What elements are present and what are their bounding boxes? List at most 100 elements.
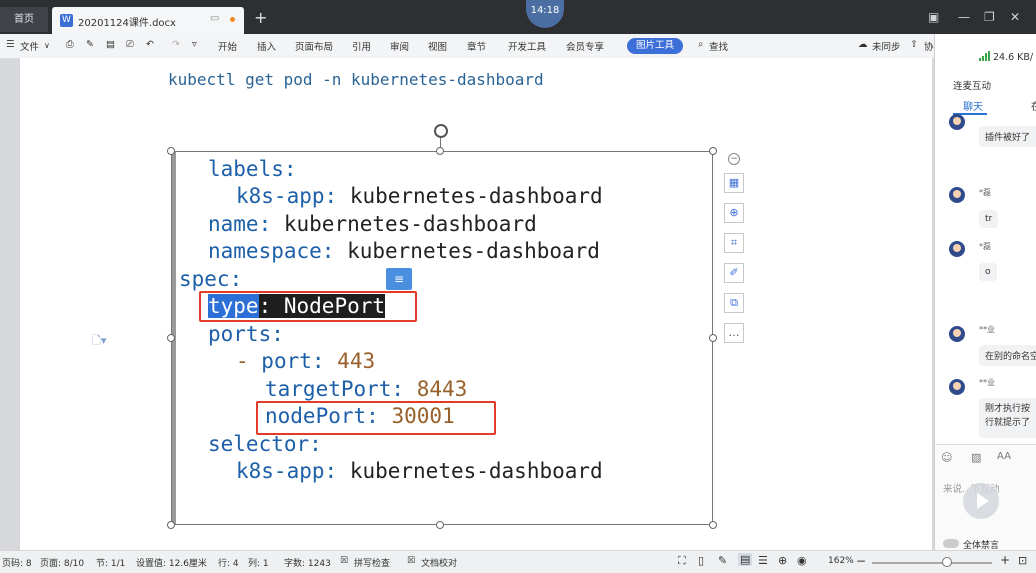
status-words[interactable]: 字数: 1243 xyxy=(284,556,331,569)
play-icon[interactable] xyxy=(963,483,999,519)
zoom-in-icon[interactable]: + xyxy=(1000,553,1010,567)
resize-handle-ne[interactable] xyxy=(709,147,717,155)
menu-view[interactable]: 视图 xyxy=(428,39,447,53)
resize-handle-e[interactable] xyxy=(709,334,717,342)
zoom-slider[interactable] xyxy=(872,562,992,564)
image-tools-tab[interactable]: 图片工具 xyxy=(627,38,683,54)
chat-panel: 24.6 KB/ 连麦互动 聊天 在 插件被好了 *磊 tr *磊 o **业 … xyxy=(934,34,1036,551)
redo-icon[interactable]: ↷ xyxy=(172,39,180,50)
fit-page-icon[interactable]: ⊡ xyxy=(1018,554,1027,567)
status-col[interactable]: 列: 1 xyxy=(248,556,269,569)
spellcheck-button[interactable]: 拼写检查 xyxy=(354,556,390,569)
highlight-box-type xyxy=(199,291,417,322)
cloud-icon[interactable]: ☁ xyxy=(858,39,868,50)
layout-options-icon[interactable]: ▦ xyxy=(724,173,744,193)
status-row[interactable]: 行: 4 xyxy=(218,556,239,569)
menu-layout[interactable]: 页面布局 xyxy=(295,39,333,53)
status-pages[interactable]: 页面: 8/10 xyxy=(40,556,84,569)
page-view-icon[interactable]: ▤ xyxy=(738,553,753,566)
minimize-icon[interactable]: — xyxy=(958,10,970,24)
code-screenshot-image[interactable]: labels: k8s-app: kubernetes-dashboard na… xyxy=(171,151,713,525)
resize-handle-sw[interactable] xyxy=(167,521,175,529)
menu-chapter[interactable]: 章节 xyxy=(467,39,486,53)
layout-icon[interactable]: ▣ xyxy=(928,10,939,24)
proof-icon[interactable]: ☒ xyxy=(407,556,415,566)
image-side-tools: ▦ ⊕ ⌗ ✐ ⧉ … xyxy=(724,173,746,353)
tab-chat[interactable]: 聊天 xyxy=(963,98,983,113)
code-line-selector: selector: xyxy=(208,432,322,456)
undo-icon[interactable]: ↶ xyxy=(146,39,154,50)
sync-status[interactable]: 未同步 xyxy=(872,39,901,53)
proof-button[interactable]: 文档校对 xyxy=(421,556,457,569)
tab-other[interactable]: 在 xyxy=(1031,98,1036,113)
fullscreen-icon[interactable]: ⛶ xyxy=(678,554,686,568)
replace-image-icon[interactable]: ⧉ xyxy=(724,293,744,313)
search-button[interactable]: 查找 xyxy=(709,39,728,53)
paragraph-icon[interactable]: 🗋▾ xyxy=(92,332,106,351)
status-setting[interactable]: 设置值: 12.6厘米 xyxy=(136,556,207,569)
chat-username: **业 xyxy=(979,325,995,334)
resize-handle-n[interactable] xyxy=(436,147,444,155)
chat-username: **业 xyxy=(979,378,995,387)
resize-handle-nw[interactable] xyxy=(167,147,175,155)
menu-icon[interactable]: ☰ xyxy=(6,39,15,50)
font-size-icon[interactable]: AA xyxy=(997,451,1011,462)
resize-handle-s[interactable] xyxy=(436,521,444,529)
collapse-icon[interactable]: − xyxy=(728,153,740,165)
resize-handle-w[interactable] xyxy=(167,334,175,342)
print-icon[interactable]: ▤ xyxy=(106,39,115,50)
more-options-icon[interactable]: … xyxy=(724,323,744,343)
share-icon[interactable]: ⇧ xyxy=(910,39,918,50)
zoom-level[interactable]: 162% xyxy=(828,556,854,566)
window-icon[interactable]: ▭ xyxy=(210,13,219,24)
code-line-namespace: namespace: kubernetes-dashboard xyxy=(208,239,600,263)
document-tab-title: 20201124课件.docx xyxy=(78,18,176,29)
note-icon[interactable]: ≡ xyxy=(386,268,412,290)
collab-label[interactable]: 协 xyxy=(924,39,934,53)
file-menu[interactable]: 文件 xyxy=(20,39,39,53)
edit-image-icon[interactable]: ✐ xyxy=(724,263,744,283)
preview-icon[interactable]: ⎚ xyxy=(126,39,134,50)
title-bar: 首页 W 20201124课件.docx ▭ + 14:18 ▣ — ❐ ✕ xyxy=(0,0,1036,34)
edit-mode-icon[interactable]: ✎ xyxy=(718,554,727,567)
spellcheck-icon[interactable]: ☒ xyxy=(340,556,348,566)
toolbar: ☰ 文件 ∨ ⎙ ✎ ▤ ⎚ ↶ ↷ ▿ 开始 插入 页面布局 引用 审阅 视图… xyxy=(0,34,934,59)
emoji-icon[interactable]: ☺ xyxy=(941,451,952,464)
link-mic-button[interactable]: 连麦互动 xyxy=(953,78,991,92)
menu-start[interactable]: 开始 xyxy=(218,39,237,53)
rotate-handle-icon[interactable] xyxy=(434,124,448,138)
new-tab-button[interactable]: + xyxy=(254,8,267,27)
mute-toggle[interactable] xyxy=(943,539,959,548)
code-line-port: - port: 443 xyxy=(236,349,376,373)
menu-review[interactable]: 审阅 xyxy=(390,39,409,53)
zoom-slider-knob[interactable] xyxy=(942,557,952,567)
tab-home[interactable]: 首页 xyxy=(0,7,48,32)
restore-icon[interactable]: ❐ xyxy=(984,10,995,24)
web-view-icon[interactable]: ⊕ xyxy=(778,554,787,567)
status-bar: 页码: 8 页面: 8/10 节: 1/1 设置值: 12.6厘米 行: 4 列… xyxy=(0,550,1036,573)
close-icon[interactable]: ✕ xyxy=(1010,10,1020,24)
zoom-out-icon[interactable]: − xyxy=(856,554,866,568)
chevron-down-icon[interactable]: ∨ xyxy=(44,41,50,50)
read-mode-icon[interactable]: ▯ xyxy=(698,554,704,567)
status-section[interactable]: 节: 1/1 xyxy=(96,556,125,569)
tab-document[interactable]: W 20201124课件.docx ▭ xyxy=(52,7,244,34)
chat-input-area[interactable]: ☺ ▨ AA 来说...下互动 全体禁言 xyxy=(935,444,1036,551)
menu-developer[interactable]: 开发工具 xyxy=(508,39,546,53)
search-icon[interactable]: ⌕ xyxy=(698,39,703,50)
signal-icon xyxy=(979,51,990,61)
menu-insert[interactable]: 插入 xyxy=(257,39,276,53)
menu-reference[interactable]: 引用 xyxy=(352,39,371,53)
eye-protect-icon[interactable]: ◉ xyxy=(797,554,807,567)
outline-icon[interactable]: ☰ xyxy=(758,554,768,567)
status-page-no[interactable]: 页码: 8 xyxy=(2,556,32,569)
crop-icon[interactable]: ⌗ xyxy=(724,233,744,253)
image-icon[interactable]: ▨ xyxy=(971,451,981,464)
menu-member[interactable]: 会员专享 xyxy=(566,39,604,53)
resize-handle-se[interactable] xyxy=(709,521,717,529)
more-icon[interactable]: ▿ xyxy=(192,39,197,50)
clock-badge: 14:18 xyxy=(526,0,564,28)
format-painter-icon[interactable]: ✎ xyxy=(86,39,94,50)
zoom-in-icon[interactable]: ⊕ xyxy=(724,203,744,223)
save-icon[interactable]: ⎙ xyxy=(66,39,74,50)
